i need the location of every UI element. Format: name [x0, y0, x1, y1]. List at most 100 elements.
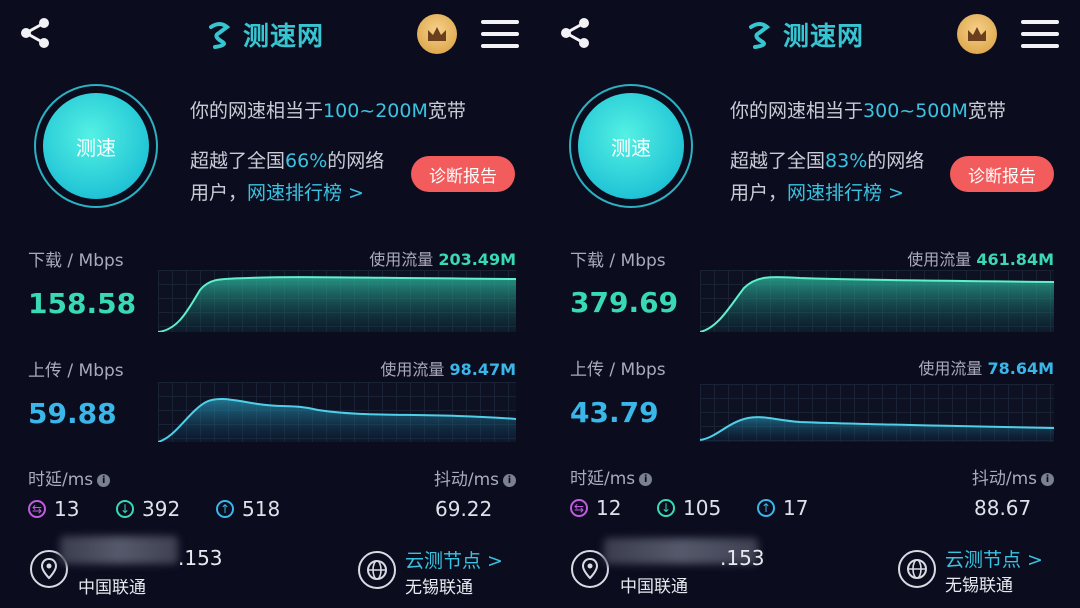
download-usage-value: 461.84M: [976, 250, 1054, 269]
upload-chart: [700, 384, 1054, 442]
download-area: [700, 277, 1054, 332]
download-latency-value: 392: [142, 497, 181, 521]
download-chart: [158, 270, 516, 332]
download-latency-icon: ↓: [116, 500, 134, 518]
equiv-prefix: 你的网速相当于: [730, 100, 864, 122]
share-icon[interactable]: [18, 16, 52, 50]
crown-icon[interactable]: [957, 14, 997, 54]
upload-speed: 59.88: [28, 397, 117, 430]
share-icon[interactable]: [558, 16, 592, 50]
equiv-prefix: 你的网速相当于: [190, 100, 324, 122]
equivalent-bandwidth: 你的网速相当于100~200M宽带: [190, 96, 530, 123]
speed-test-button[interactable]: 测速: [569, 84, 693, 208]
node-name: 无锡联通: [945, 576, 1013, 596]
beat-suffix: 的网络: [327, 150, 385, 172]
upload-area: [700, 417, 1054, 442]
speed-test-button[interactable]: 测速: [34, 84, 158, 208]
ranking-line: 用户，网速排行榜 >: [730, 178, 904, 205]
crown-icon[interactable]: [417, 14, 457, 54]
upload-label: 上传 / Mbps: [28, 361, 124, 381]
upload-usage-value: 78.64M: [987, 359, 1054, 378]
diagnose-report-button[interactable]: 诊断报告: [411, 156, 515, 192]
upload-latency-icon: ↑: [757, 499, 775, 517]
equivalent-bandwidth: 你的网速相当于300~500M宽带: [730, 96, 1070, 123]
equiv-value: 100~200M: [323, 100, 428, 122]
idle-latency-icon: ⇆: [28, 500, 46, 518]
latency-idle: ⇆ 12: [570, 496, 621, 520]
speed-test-label: 测速: [43, 93, 149, 199]
upload-usage-label: 使用流量: [918, 359, 983, 378]
equiv-value: 300~500M: [863, 100, 968, 122]
download-label: 下载 / Mbps: [570, 251, 666, 271]
beat-suffix: 的网络: [867, 150, 925, 172]
download-area: [158, 277, 516, 332]
idle-latency-value: 12: [596, 496, 622, 520]
latency-upload: ↑ 518: [216, 497, 280, 521]
node-name: 无锡联通: [405, 578, 473, 598]
globe-icon: [898, 550, 936, 588]
jitter-label-text: 抖动/ms: [971, 469, 1037, 489]
speedtest-panel-1: 测速网 测速 你的网速相当于100~200M宽带 超越了全国66%的网络 用户，…: [0, 0, 540, 608]
ip-suffix: .153: [720, 546, 765, 570]
upload-area: [158, 398, 516, 442]
download-latency-value: 105: [683, 496, 722, 520]
equiv-suffix: 宽带: [967, 100, 1006, 122]
download-usage-label: 使用流量: [369, 250, 434, 269]
diagnose-report-button[interactable]: 诊断报告: [950, 156, 1054, 192]
users-prefix: 用户，: [730, 182, 788, 204]
beat-percentage: 超越了全国83%的网络: [730, 146, 924, 173]
download-speed: 379.69: [570, 286, 679, 319]
beat-percent: 66%: [285, 150, 328, 172]
info-icon[interactable]: i: [97, 473, 111, 487]
idle-latency-value: 13: [54, 497, 80, 521]
info-icon[interactable]: i: [503, 473, 516, 487]
app-logo: 测速网: [205, 16, 324, 52]
upload-chart: [158, 382, 516, 442]
beat-prefix: 超越了全国: [730, 150, 826, 172]
download-label: 下载 / Mbps: [28, 251, 124, 271]
speedtest-panel-2: 测速网 测速 你的网速相当于300~500M宽带 超越了全国83%的网络 用户，…: [540, 0, 1080, 608]
brand-name: 测速网: [243, 21, 325, 52]
equiv-suffix: 宽带: [427, 100, 466, 122]
info-icon[interactable]: i: [1041, 472, 1054, 486]
download-usage-label: 使用流量: [907, 250, 972, 269]
brand-name: 测速网: [783, 21, 865, 52]
info-icon[interactable]: i: [639, 472, 653, 486]
download-usage: 使用流量 461.84M: [907, 246, 1054, 270]
upload-speed: 43.79: [570, 396, 659, 429]
users-prefix: 用户，: [190, 182, 248, 204]
upload-latency-value: 518: [242, 497, 281, 521]
jitter-value: 88.67: [974, 496, 1032, 520]
download-usage: 使用流量 203.49M: [369, 246, 516, 270]
menu-icon[interactable]: [1021, 20, 1059, 48]
idle-latency-icon: ⇆: [570, 499, 588, 517]
latency-label: 时延/ms i: [570, 464, 653, 489]
beat-prefix: 超越了全国: [190, 150, 286, 172]
speed-test-label: 测速: [578, 93, 684, 199]
latency-label-text: 时延/ms: [570, 469, 636, 489]
ip-suffix: .153: [178, 546, 223, 570]
ranking-link[interactable]: 网速排行榜 >: [787, 182, 904, 204]
cloud-node-link[interactable]: 云测节点 >: [945, 545, 1043, 572]
download-speed: 158.58: [28, 287, 137, 320]
upload-usage-value: 98.47M: [449, 360, 516, 379]
cloud-node-link[interactable]: 云测节点 >: [405, 546, 503, 573]
jitter-label: 抖动/ms i: [434, 465, 516, 490]
beat-percent: 83%: [825, 150, 868, 172]
latency-download: ↓ 392: [116, 497, 180, 521]
ranking-link[interactable]: 网速排行榜 >: [247, 182, 364, 204]
ranking-line: 用户，网速排行榜 >: [190, 178, 364, 205]
latency-label: 时延/ms i: [28, 465, 111, 490]
jitter-value: 69.22: [435, 497, 493, 521]
download-latency-icon: ↓: [657, 499, 675, 517]
beat-percentage: 超越了全国66%的网络: [190, 146, 384, 173]
app-logo: 测速网: [745, 16, 864, 52]
upload-usage: 使用流量 78.64M: [918, 355, 1054, 379]
globe-icon: [358, 551, 396, 589]
upload-usage: 使用流量 98.47M: [380, 356, 516, 380]
menu-icon[interactable]: [481, 20, 519, 48]
logo-icon: [209, 22, 231, 49]
latency-download: ↓ 105: [657, 496, 721, 520]
isp-name: 中国联通: [620, 577, 688, 597]
jitter-label-text: 抖动/ms: [433, 470, 499, 490]
